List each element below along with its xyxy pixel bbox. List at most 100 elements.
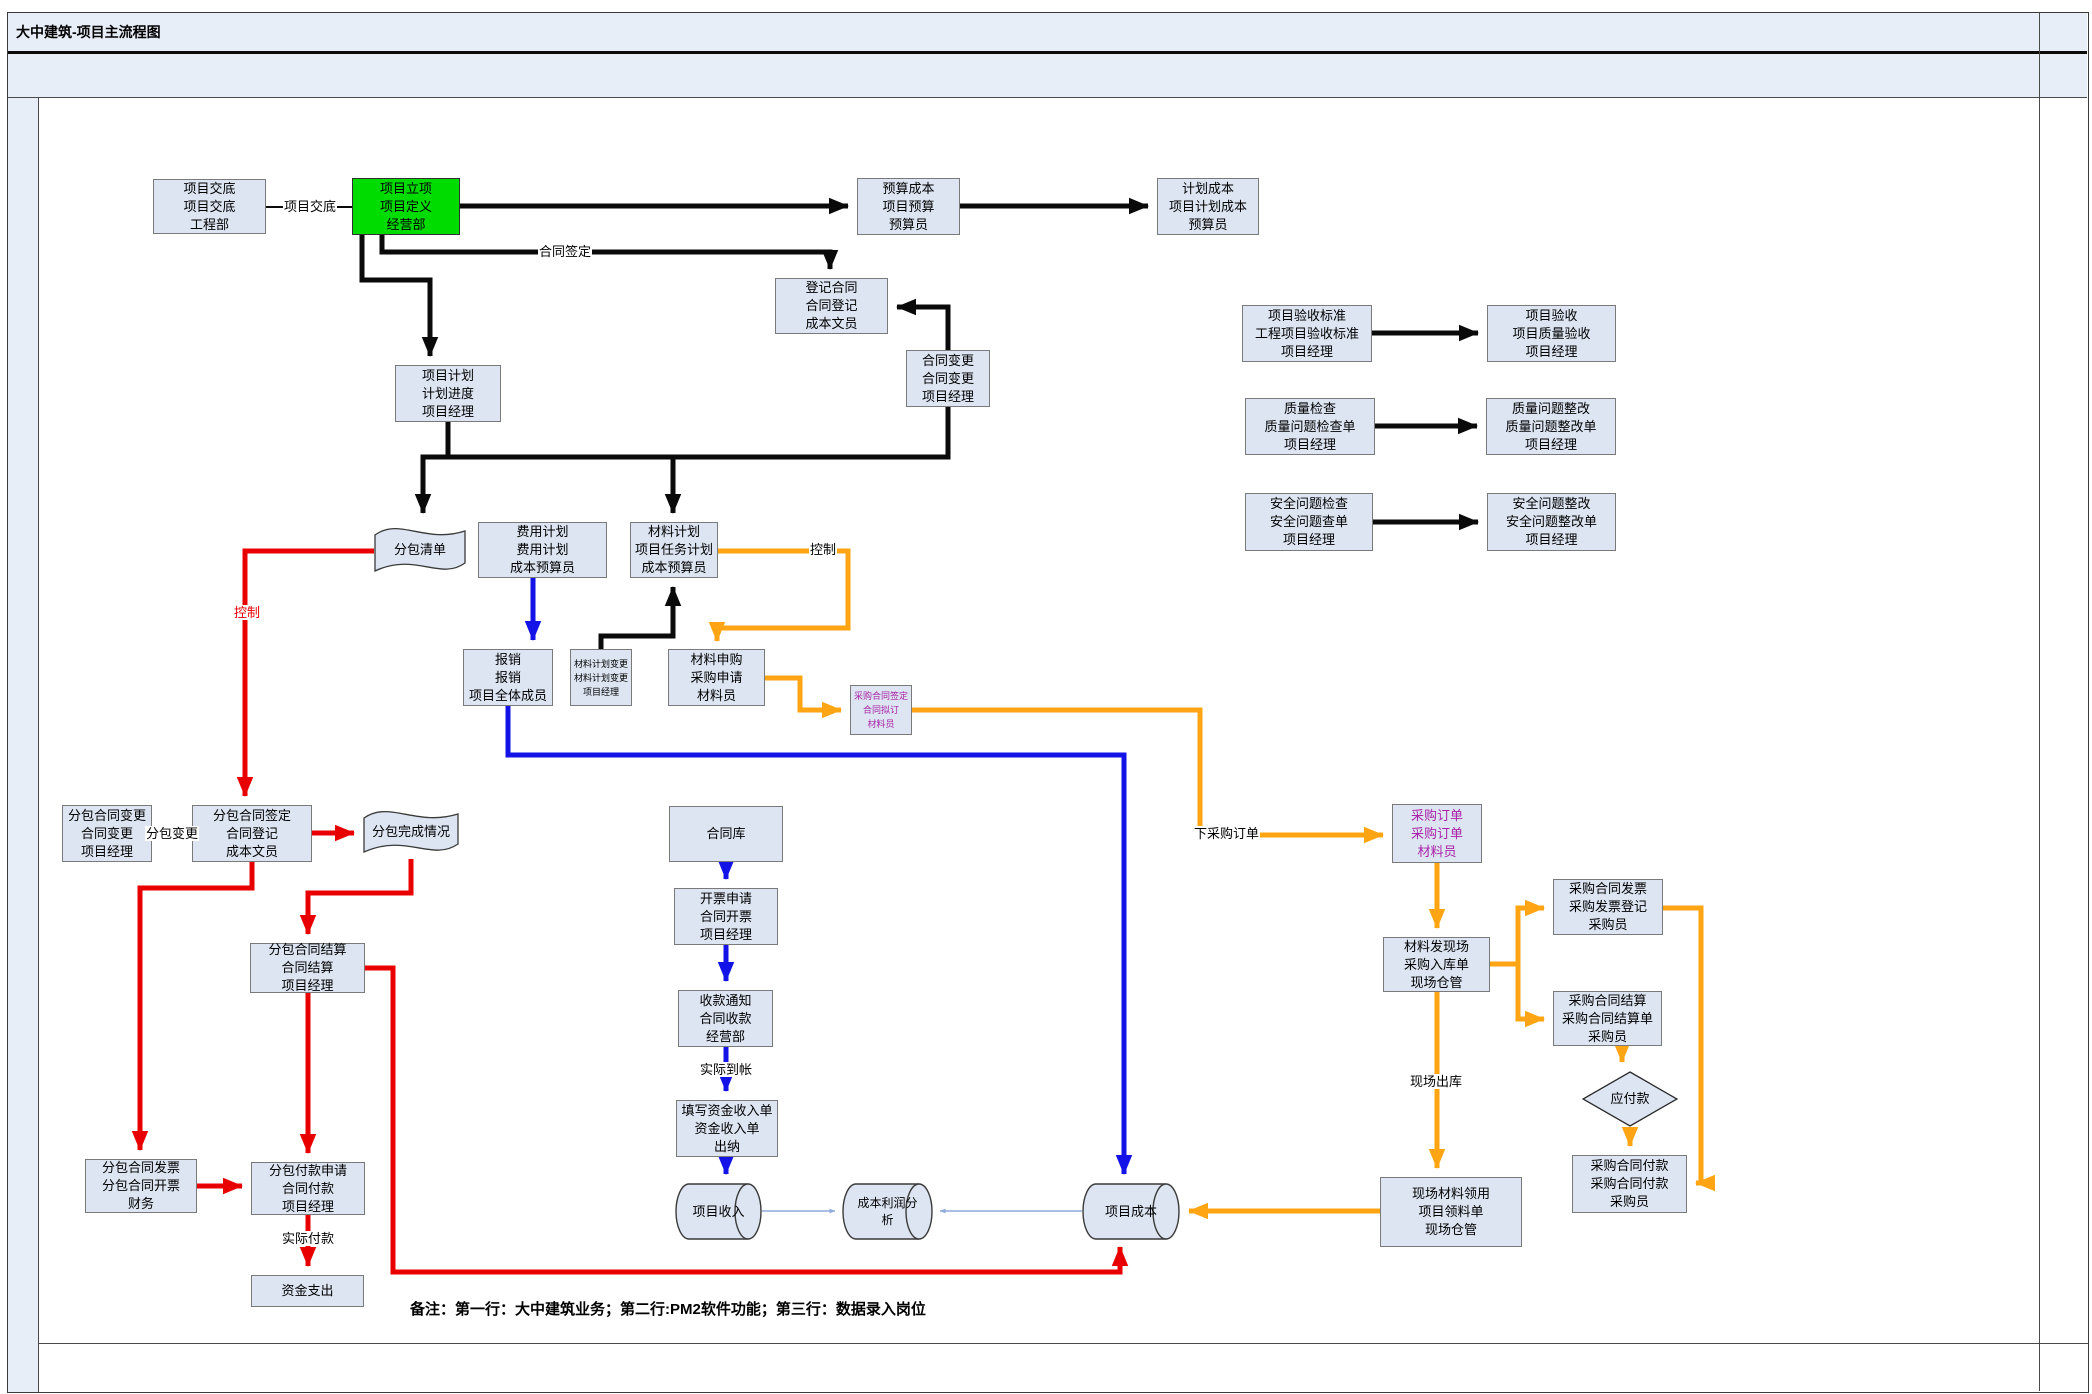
- node-purchase-invoice[interactable]: 采购合同发票采购发票登记采购员: [1553, 879, 1663, 935]
- edge-contract-sign-line-connector: [382, 235, 830, 269]
- node-receipt-notice[interactable]: 收款通知合同收款经营部: [678, 990, 773, 1047]
- node-subcontract-sign-label: 分包合同签定合同登记成本文员: [193, 807, 311, 861]
- node-quality-fix-label: 质量问题整改质量问题整改单项目经理: [1487, 400, 1615, 454]
- edge-label-control-black: 控制: [809, 542, 837, 557]
- edge-site-to-settle-connector: [1518, 964, 1544, 1019]
- node-material-request-label: 材料申购采购申请材料员: [669, 651, 764, 705]
- node-subcontract-change-label: 分包合同变更合同变更项目经理: [63, 807, 151, 861]
- node-subcontract-pay-apply[interactable]: 分包付款申请合同付款项目经理: [251, 1162, 365, 1215]
- node-planned-cost[interactable]: 计划成本项目计划成本预算员: [1157, 178, 1259, 235]
- edge-materialplan-control-connector: [717, 551, 848, 641]
- node-material-to-site[interactable]: 材料发现场采购入库单现场仓管: [1383, 937, 1490, 992]
- node-safety-check-label: 安全问题检查安全问题查单项目经理: [1246, 495, 1372, 549]
- node-subcontract-sign[interactable]: 分包合同签定合同登记成本文员: [192, 805, 312, 862]
- node-project-plan-label: 项目计划计划进度项目经理: [396, 367, 500, 421]
- node-invoice-apply-label: 开票申请合同开票项目经理: [675, 890, 777, 944]
- node-purchase-settle[interactable]: 采购合同结算采购合同结算单采购员: [1553, 991, 1662, 1046]
- node-profit-analysis-db[interactable]: 成本利润分析: [842, 1183, 933, 1240]
- node-planned-cost-label: 计划成本项目计划成本预算员: [1158, 180, 1258, 234]
- node-quality-check[interactable]: 质量检查质量问题检查单项目经理: [1245, 398, 1375, 455]
- edge-label-control-red: 控制: [233, 605, 261, 620]
- node-fund-income-form[interactable]: 填写资金收入单资金收入单出纳: [676, 1100, 778, 1157]
- node-expense-plan[interactable]: 费用计划费用计划成本预算员: [478, 522, 607, 578]
- node-material-plan-label: 材料计划项目任务计划成本预算员: [631, 523, 717, 577]
- node-contract-library[interactable]: 合同库: [669, 806, 783, 862]
- node-contract-library-label: 合同库: [670, 825, 782, 843]
- edge-mpchange-up-connector: [601, 587, 673, 649]
- edge-label-place-order: 下采购订单: [1193, 826, 1260, 841]
- node-contract-change[interactable]: 合同变更合同变更项目经理: [906, 350, 990, 407]
- node-project-income-db-label: 项目收入: [675, 1203, 762, 1221]
- node-purchase-order[interactable]: 采购订单采购订单材料员: [1392, 804, 1482, 863]
- edge-status-to-settle-connector: [308, 859, 411, 934]
- edge-site-to-invoice-connector: [1490, 908, 1544, 964]
- node-subcontract-settle[interactable]: 分包合同结算合同结算项目经理: [250, 943, 365, 993]
- edge-label-briefing: 项目交底: [283, 199, 337, 214]
- node-safety-fix-label: 安全问题整改安全问题整改单项目经理: [1488, 495, 1615, 549]
- node-acceptance-standard-label: 项目验收标准工程项目验收标准项目经理: [1243, 307, 1371, 361]
- edge-list-control-connector: [245, 551, 374, 796]
- node-project-briefing-label: 项目交底项目交底工程部: [154, 180, 265, 234]
- node-payable-decision[interactable]: 应付款: [1582, 1071, 1678, 1127]
- node-subcontract-list-label: 分包清单: [374, 541, 466, 559]
- node-subcontract-settle-label: 分包合同结算合同结算项目经理: [251, 941, 364, 995]
- node-quality-check-label: 质量检查质量问题检查单项目经理: [1246, 400, 1374, 454]
- node-payable-decision-label: 应付款: [1582, 1090, 1678, 1108]
- edge-sign-to-invoice-connector: [140, 862, 252, 1150]
- node-subcontract-status-label: 分包完成情况: [363, 823, 459, 841]
- node-project-briefing[interactable]: 项目交底项目交底工程部: [153, 179, 266, 234]
- node-fund-income-form-label: 填写资金收入单资金收入单出纳: [677, 1102, 777, 1156]
- edge-label-contract-sign: 合同签定: [538, 244, 592, 259]
- node-acceptance-standard[interactable]: 项目验收标准工程项目验收标准项目经理: [1242, 305, 1372, 362]
- node-subcontract-pay-apply-label: 分包付款申请合同付款项目经理: [252, 1162, 364, 1216]
- node-material-plan[interactable]: 材料计划项目任务计划成本预算员: [630, 522, 718, 578]
- node-project-initiation-label: 项目立项项目定义经营部: [353, 180, 459, 234]
- edge-purchasesign-to-order-connector: [912, 710, 1383, 835]
- node-budget-cost[interactable]: 预算成本项目预算预算员: [857, 178, 960, 235]
- node-project-plan[interactable]: 项目计划计划进度项目经理: [395, 365, 501, 422]
- node-purchase-contract-sign[interactable]: 采购合同签定合同拟订材料员: [850, 685, 912, 735]
- node-project-cost-db[interactable]: 项目成本: [1082, 1183, 1180, 1240]
- node-subcontract-status[interactable]: 分包完成情况: [363, 805, 459, 859]
- node-subcontract-invoice[interactable]: 分包合同发票分包合同开票财务: [85, 1159, 197, 1213]
- node-safety-check[interactable]: 安全问题检查安全问题查单项目经理: [1245, 493, 1373, 551]
- node-site-material-use-label: 现场材料领用项目领料单现场仓管: [1381, 1185, 1521, 1239]
- node-material-plan-change[interactable]: 材料计划变更材料计划变更项目经理: [570, 649, 632, 706]
- node-safety-fix[interactable]: 安全问题整改安全问题整改单项目经理: [1487, 493, 1616, 551]
- edge-request-to-purchasesign-connector: [765, 678, 841, 710]
- node-project-cost-db-label: 项目成本: [1082, 1203, 1180, 1221]
- node-fund-expense[interactable]: 资金支出: [251, 1275, 364, 1307]
- node-subcontract-list[interactable]: 分包清单: [374, 522, 466, 578]
- footer-note: 备注：第一行：大中建筑业务；第二行:PM2软件功能；第三行：数据录入岗位: [410, 1298, 926, 1319]
- edge-reimburse-to-cost-connector: [508, 706, 1124, 1174]
- node-quality-fix[interactable]: 质量问题整改质量问题整改单项目经理: [1486, 398, 1616, 455]
- node-receipt-notice-label: 收款通知合同收款经营部: [679, 992, 772, 1046]
- edge-change-branch-list-connector: [423, 407, 948, 513]
- node-expense-plan-label: 费用计划费用计划成本预算员: [479, 523, 606, 577]
- edge-label-actual-payment: 实际付款: [281, 1231, 335, 1246]
- node-reimburse[interactable]: 报销报销项目全体成员: [463, 649, 553, 706]
- flowchart-page: 大中建筑-项目主流程图 备注：第一行：大中建筑业务；第二行:PM2软件功能；第三…: [0, 0, 2092, 1394]
- node-invoice-apply[interactable]: 开票申请合同开票项目经理: [674, 888, 778, 945]
- edge-change-to-register-connector: [897, 307, 948, 350]
- node-subcontract-change[interactable]: 分包合同变更合同变更项目经理: [62, 805, 152, 862]
- node-subcontract-invoice-label: 分包合同发票分包合同开票财务: [86, 1159, 196, 1213]
- node-purchase-settle-label: 采购合同结算采购合同结算单采购员: [1554, 992, 1661, 1046]
- node-project-income-db[interactable]: 项目收入: [675, 1183, 762, 1240]
- edge-label-subcontract-change: 分包变更: [145, 826, 199, 841]
- node-purchase-order-label: 采购订单采购订单材料员: [1393, 807, 1481, 861]
- node-profit-analysis-db-label: 成本利润分析: [842, 1195, 933, 1229]
- node-purchase-pay[interactable]: 采购合同付款采购合同付款采购员: [1572, 1155, 1687, 1213]
- node-contract-register[interactable]: 登记合同合同登记成本文员: [775, 278, 888, 334]
- node-project-acceptance[interactable]: 项目验收项目质量验收项目经理: [1487, 305, 1616, 362]
- node-fund-expense-label: 资金支出: [252, 1282, 363, 1300]
- node-project-acceptance-label: 项目验收项目质量验收项目经理: [1488, 307, 1615, 361]
- node-project-initiation[interactable]: 项目立项项目定义经营部: [352, 178, 460, 235]
- edge-pinvoice-to-pay-connector: [1663, 908, 1701, 1183]
- node-purchase-pay-label: 采购合同付款采购合同付款采购员: [1573, 1157, 1686, 1211]
- node-material-request[interactable]: 材料申购采购申请材料员: [668, 649, 765, 706]
- node-reimburse-label: 报销报销项目全体成员: [464, 651, 552, 705]
- node-site-material-use[interactable]: 现场材料领用项目领料单现场仓管: [1380, 1177, 1522, 1247]
- node-budget-cost-label: 预算成本项目预算预算员: [858, 180, 959, 234]
- node-purchase-contract-sign-label: 采购合同签定合同拟订材料员: [851, 689, 911, 731]
